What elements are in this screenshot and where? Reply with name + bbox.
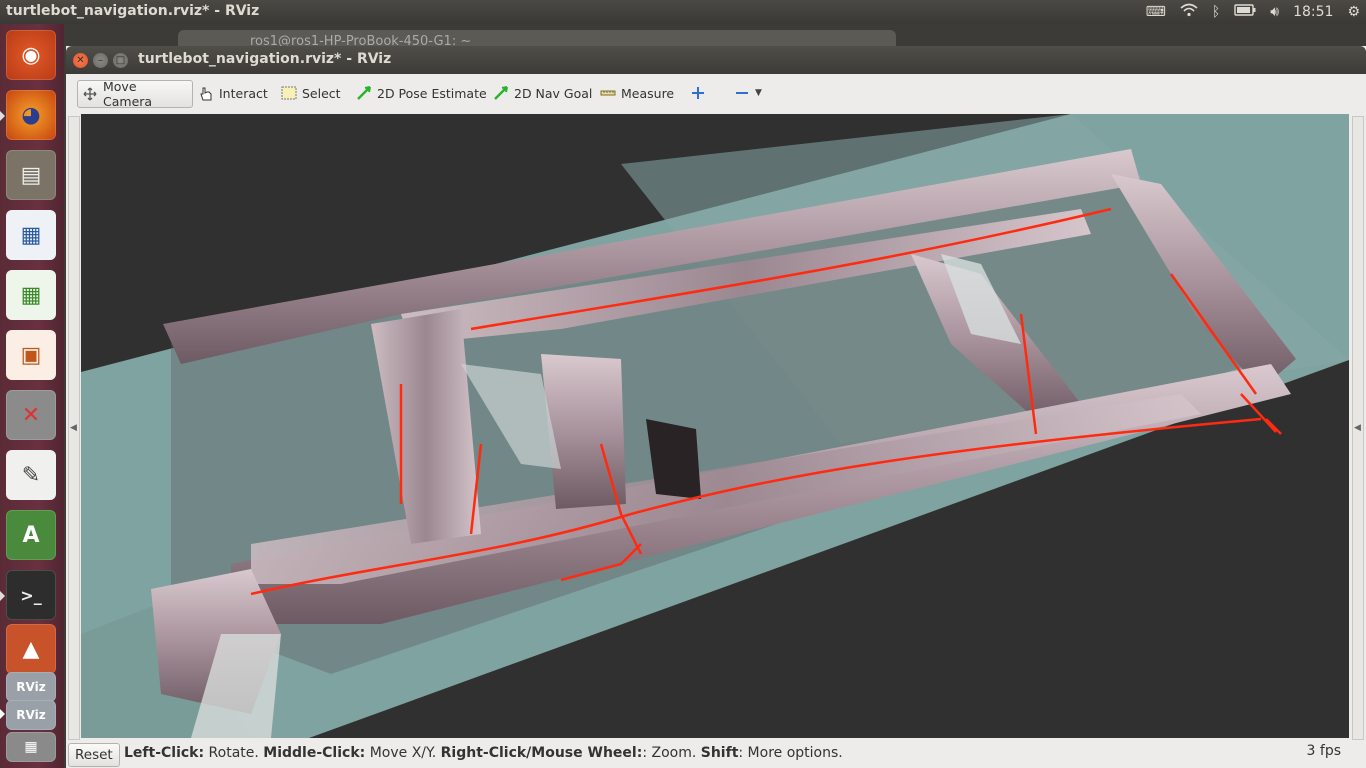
hint-left-key: Left-Click: bbox=[124, 745, 205, 761]
running-indicator bbox=[0, 111, 5, 121]
window-titlebar[interactable]: ✕ – □ turtlebot_navigation.rviz* - RViz bbox=[66, 46, 1366, 74]
ubuntu-dash-icon[interactable]: ◉ bbox=[6, 30, 56, 80]
interact-label: Interact bbox=[219, 85, 268, 101]
keyboard-icon[interactable]: ⌨ bbox=[1146, 4, 1166, 20]
top-panel: turtlebot_navigation.rviz* - RViz ⌨ ᛒ 🔊︎… bbox=[0, 0, 1366, 24]
rviz-icon[interactable]: RViz bbox=[6, 700, 56, 730]
hint-right-text: : Zoom. bbox=[642, 745, 701, 761]
measure-label: Measure bbox=[621, 85, 675, 101]
right-dock-handle[interactable]: ◀ bbox=[1352, 116, 1364, 740]
writer-icon[interactable]: ▦ bbox=[6, 210, 56, 260]
chevron-down-icon[interactable]: ▼ bbox=[755, 88, 762, 98]
plus-icon bbox=[690, 86, 706, 100]
system-tray: ⌨ ᛒ 🔊︎ 18:51 ⚙ bbox=[1146, 0, 1360, 24]
terminal-icon[interactable]: >_ bbox=[6, 570, 56, 620]
wifi-icon[interactable] bbox=[1180, 3, 1198, 21]
hint-shift-text: : More options. bbox=[738, 745, 843, 761]
hand-icon bbox=[198, 86, 214, 101]
expand-right-icon[interactable]: ◀ bbox=[1354, 423, 1361, 433]
pose-estimate-button[interactable]: 2D Pose Estimate bbox=[352, 80, 491, 106]
remove-tool-button[interactable]: ▼ bbox=[730, 80, 766, 106]
add-tool-button[interactable] bbox=[686, 80, 710, 106]
pose-estimate-label: 2D Pose Estimate bbox=[377, 85, 487, 101]
expand-left-icon[interactable]: ◀ bbox=[70, 423, 77, 433]
hint-middle-text: Move X/Y. bbox=[365, 745, 441, 761]
workspace-icon[interactable]: ▦ bbox=[6, 732, 56, 762]
select-label: Select bbox=[302, 85, 341, 101]
reset-button[interactable]: Reset bbox=[68, 743, 120, 767]
matlab-icon[interactable]: ▲ bbox=[6, 624, 56, 674]
move-camera-button[interactable]: Move Camera bbox=[77, 79, 193, 109]
nav-goal-label: 2D Nav Goal bbox=[514, 85, 593, 101]
firefox-icon[interactable]: ◕ bbox=[6, 90, 56, 140]
ruler-icon bbox=[600, 86, 616, 100]
files-icon[interactable]: ▤ bbox=[6, 150, 56, 200]
select-button[interactable]: Select bbox=[277, 80, 345, 106]
running-indicator bbox=[0, 591, 5, 601]
unity-launcher: ◉ ◕ ▤ ▦ ▦ ▣ ✕ ✎ A >_ ▲ RViz RViz ▦ bbox=[0, 24, 64, 768]
volume-icon[interactable]: 🔊︎ bbox=[1270, 4, 1279, 20]
gear-icon[interactable]: ⚙ bbox=[1347, 4, 1360, 20]
render-panel: ◀ ◀ bbox=[66, 114, 1366, 740]
calc-icon[interactable]: ▦ bbox=[6, 270, 56, 320]
close-button[interactable]: ✕ bbox=[73, 53, 88, 68]
running-indicator bbox=[0, 709, 5, 719]
tools-toolbar: Move Camera Interact Select 2D Pose Esti… bbox=[66, 74, 1366, 115]
rviz-window: ✕ – □ turtlebot_navigation.rviz* - RViz … bbox=[66, 46, 1366, 768]
impress-icon[interactable]: ▣ bbox=[6, 330, 56, 380]
settings-icon[interactable]: ✕ bbox=[6, 390, 56, 440]
minus-icon bbox=[734, 86, 750, 100]
window-title: turtlebot_navigation.rviz* - RViz bbox=[138, 51, 392, 67]
green-arrow-icon bbox=[356, 86, 372, 100]
scene-render[interactable] bbox=[81, 114, 1349, 738]
active-app-title: turtlebot_navigation.rviz* - RViz bbox=[6, 3, 260, 19]
interact-button[interactable]: Interact bbox=[194, 80, 272, 106]
hint-middle-key: Middle-Click: bbox=[263, 745, 366, 761]
mouse-hint: Left-Click: Rotate. Middle-Click: Move X… bbox=[124, 745, 843, 761]
rviz-icon[interactable]: RViz bbox=[6, 672, 56, 702]
maximize-button[interactable]: □ bbox=[113, 53, 128, 68]
clock[interactable]: 18:51 bbox=[1293, 4, 1333, 20]
minimize-button[interactable]: – bbox=[93, 53, 108, 68]
status-bar: Reset Left-Click: Rotate. Middle-Click: … bbox=[66, 740, 1366, 768]
hint-right-key: Right-Click/Mouse Wheel: bbox=[440, 745, 643, 761]
text-editor-icon[interactable]: ✎ bbox=[6, 450, 56, 500]
hint-left-text: Rotate. bbox=[204, 745, 264, 761]
green-arrow-icon bbox=[493, 86, 509, 100]
3d-viewport[interactable] bbox=[81, 114, 1349, 738]
nav-goal-button[interactable]: 2D Nav Goal bbox=[489, 80, 596, 106]
software-updater-icon[interactable]: A bbox=[6, 510, 56, 560]
bluetooth-icon[interactable]: ᛒ bbox=[1212, 4, 1220, 20]
move-camera-label: Move Camera bbox=[103, 79, 153, 109]
left-dock-handle[interactable]: ◀ bbox=[68, 116, 80, 740]
select-icon bbox=[281, 86, 297, 100]
battery-icon[interactable] bbox=[1234, 4, 1256, 20]
measure-button[interactable]: Measure bbox=[596, 80, 678, 106]
hint-shift-key: Shift bbox=[700, 745, 739, 761]
move-camera-icon bbox=[82, 87, 98, 101]
fps-counter: 3 fps bbox=[1306, 743, 1341, 759]
